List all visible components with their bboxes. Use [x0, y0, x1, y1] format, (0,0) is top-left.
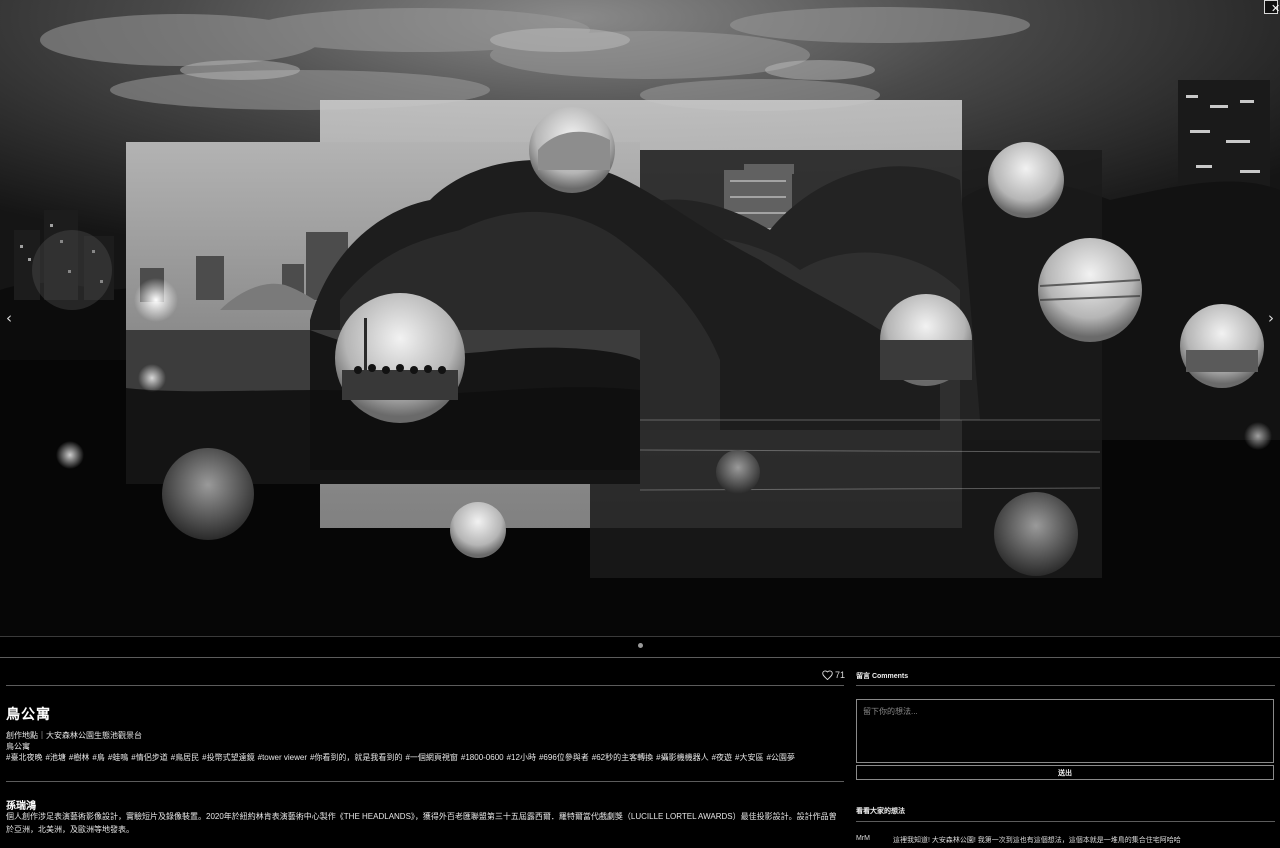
next-slide-button[interactable]: ›: [1262, 306, 1280, 330]
tag-link[interactable]: #臺北夜晚: [6, 753, 42, 762]
like-button[interactable]: 71: [822, 670, 845, 680]
tag-list: #臺北夜晚 #池塘 #樹林 #鳥 #蛙鳴 #情侶步道 #鳥居民 #投幣式望遠鏡 #tower v…: [6, 752, 798, 763]
tag-link[interactable]: #投幣式望遠鏡: [202, 753, 254, 762]
tag-link[interactable]: #tower viewer: [258, 753, 307, 762]
artist-bio: 個人創作涉足表演藝術影像設計，實驗短片及錄像裝置。2020年於紐約林肯表演藝術中…: [6, 812, 837, 834]
tag-link[interactable]: #大安區: [735, 753, 763, 762]
like-count: 71: [835, 670, 846, 680]
tag-link[interactable]: #696位參與者: [539, 753, 589, 762]
work-title: 鳥公寓: [6, 706, 51, 722]
tag-link[interactable]: #樹林: [69, 753, 89, 762]
tag-link[interactable]: #池塘: [45, 753, 65, 762]
tag-link[interactable]: #情侶步道: [131, 753, 167, 762]
comment-input[interactable]: [856, 699, 1274, 763]
comments-heading: 留言 Comments: [856, 673, 909, 680]
tag-link[interactable]: #公園夢: [766, 753, 794, 762]
comments-divider: [856, 685, 1275, 686]
comments-list-heading: 看看大家的想法: [856, 808, 905, 815]
hero-image-carousel: ✕ ‹ ›: [0, 0, 1280, 636]
tag-link[interactable]: #蛙鳴: [108, 753, 128, 762]
carousel-divider-top: [0, 636, 1280, 637]
previous-slide-button[interactable]: ‹: [0, 306, 18, 330]
info-divider-top: [6, 685, 844, 686]
tag-link[interactable]: #你看到的，就是我看到的: [310, 753, 402, 762]
heart-outline-icon: [822, 670, 833, 680]
carousel-pager-dot[interactable]: [638, 643, 643, 648]
comment-text: 這裡我知道! 大安森林公園! 我第一次到這也有這個想法，這個本就是一堆鳥的集合住…: [893, 837, 1181, 844]
comment-submit-button[interactable]: 送出: [856, 765, 1274, 780]
tag-link[interactable]: #鳥居民: [171, 753, 199, 762]
info-divider-bottom: [6, 781, 844, 782]
tag-link[interactable]: #1800-0600: [461, 753, 504, 762]
work-location: 創作地點｜大安森林公園生態池觀景台: [6, 731, 142, 740]
tag-link[interactable]: #鳥: [92, 753, 104, 762]
tag-link[interactable]: #攝影機機器人: [656, 753, 708, 762]
work-subtitle: 鳥公寓: [6, 742, 30, 751]
carousel-divider-bottom: [0, 657, 1280, 658]
comments-list-divider: [856, 821, 1275, 822]
tag-link[interactable]: #62秒的主客轉換: [592, 753, 653, 762]
tag-link[interactable]: #夜遊: [712, 753, 732, 762]
close-button[interactable]: ✕: [1264, 0, 1280, 15]
tag-link[interactable]: #一個網頁視窗: [405, 753, 457, 762]
tag-link[interactable]: #12小時: [507, 753, 536, 762]
comment-author: MrM: [856, 835, 870, 842]
bird-apartment-photo-collage: [0, 0, 1280, 636]
